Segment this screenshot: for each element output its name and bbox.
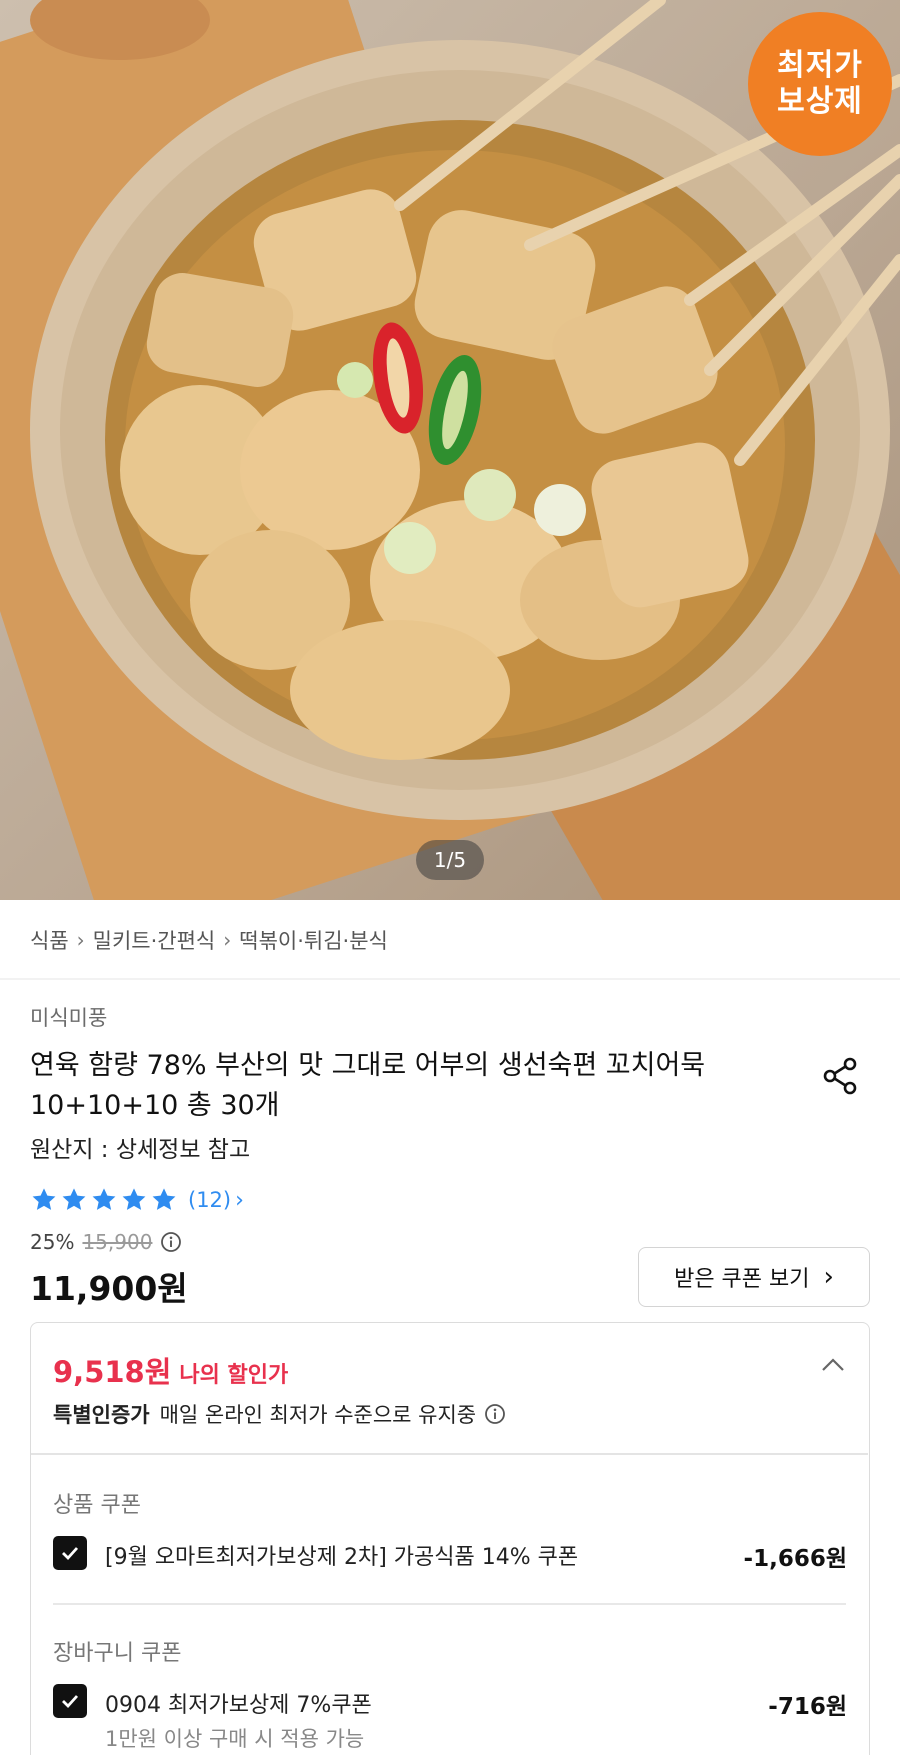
breadcrumb-item[interactable]: 식품 [30, 925, 69, 955]
my-price-amount: 9,518원 [53, 1355, 172, 1389]
product-title: 연육 함량 78% 부산의 맛 그대로 어부의 생선숙편 꼬치어묵 10+10+… [30, 1046, 770, 1126]
discount-rate: 25% [30, 1230, 75, 1254]
cert-text: 매일 온라인 최저가 수준으로 유지중 [159, 1403, 477, 1427]
sale-price: 11,900원 [30, 1269, 188, 1308]
product-title-line-1: 연육 함량 78% 부산의 맛 그대로 어부의 생선숙편 꼬치어묵 [30, 1050, 706, 1081]
product-coupon-name: [9월 오마트최저가보상제 2차] 가공식품 14% 쿠폰 [105, 1545, 579, 1570]
origin-info: 원산지 : 상세정보 참고 [30, 1137, 251, 1163]
my-discount-price: 9,518원 나의 할인가 [53, 1349, 288, 1391]
cart-coupon-name: 0904 최저가보상제 7%쿠폰 [105, 1693, 372, 1718]
view-coupons-label: 받은 쿠폰 보기 [674, 1267, 810, 1292]
check-icon [62, 1547, 79, 1561]
star-icon [152, 1188, 176, 1210]
discount-info: 25% 15,900 [30, 1230, 182, 1254]
badge-line-1: 최저가 [777, 48, 863, 83]
lowest-price-badge: 최저가 보상제 [748, 12, 892, 156]
image-counter: 1/5 [416, 840, 484, 880]
cart-coupon-section-label: 장바구니 쿠폰 [53, 1641, 182, 1666]
view-coupons-button[interactable]: 받은 쿠폰 보기 › [638, 1247, 870, 1307]
brand-name[interactable]: 미식미풍 [30, 1002, 107, 1032]
discount-benefit-panel: 9,518원 나의 할인가 특별인증가 매일 온라인 최저가 수준으로 유지중 … [30, 1322, 870, 1755]
product-title-line-2: 10+10+10 총 30개 [30, 1090, 280, 1121]
panel-divider [31, 1453, 868, 1455]
info-icon[interactable] [160, 1231, 182, 1253]
badge-line-2: 보상제 [777, 84, 863, 119]
product-image-carousel[interactable]: 최저가 보상제 1/5 [0, 0, 900, 900]
share-icon[interactable] [818, 1054, 862, 1098]
breadcrumb: 식품 › 밀키트·간편식 › 떡볶이·튀김·분식 [30, 922, 388, 958]
star-rating [30, 1186, 178, 1214]
info-icon[interactable] [484, 1403, 506, 1425]
chevron-right-icon[interactable]: › [235, 1188, 244, 1213]
product-coupon-section-label: 상품 쿠폰 [53, 1493, 141, 1518]
special-cert-price: 특별인증가 매일 온라인 최저가 수준으로 유지중 [53, 1399, 506, 1429]
rating-summary[interactable]: (12) › [30, 1182, 244, 1218]
my-price-label: 나의 할인가 [179, 1363, 289, 1388]
cart-coupon-condition: 1만원 이상 구매 시 적용 가능 [105, 1727, 365, 1751]
star-icon [32, 1188, 56, 1210]
star-icon [92, 1188, 116, 1210]
cert-label: 특별인증가 [53, 1403, 150, 1427]
product-photo [0, 0, 900, 900]
chevron-right-icon: › [823, 1262, 834, 1292]
breadcrumb-item[interactable]: 떡볶이·튀김·분식 [239, 925, 388, 955]
star-icon [122, 1188, 146, 1210]
product-coupon-amount: -1,666원 [743, 1546, 847, 1572]
chevron-up-icon[interactable] [819, 1351, 847, 1379]
section-divider [0, 978, 900, 980]
chevron-right-icon: › [223, 928, 232, 952]
coupon-divider [53, 1603, 846, 1605]
chevron-right-icon: › [76, 928, 85, 952]
cart-coupon-checkbox[interactable] [53, 1684, 87, 1718]
check-icon [62, 1695, 79, 1709]
breadcrumb-item[interactable]: 밀키트·간편식 [93, 925, 216, 955]
original-price: 15,900 [82, 1230, 153, 1254]
product-coupon-checkbox[interactable] [53, 1536, 87, 1570]
review-count[interactable]: (12) [188, 1188, 231, 1212]
cart-coupon-amount: -716원 [768, 1694, 847, 1720]
star-icon [62, 1188, 86, 1210]
